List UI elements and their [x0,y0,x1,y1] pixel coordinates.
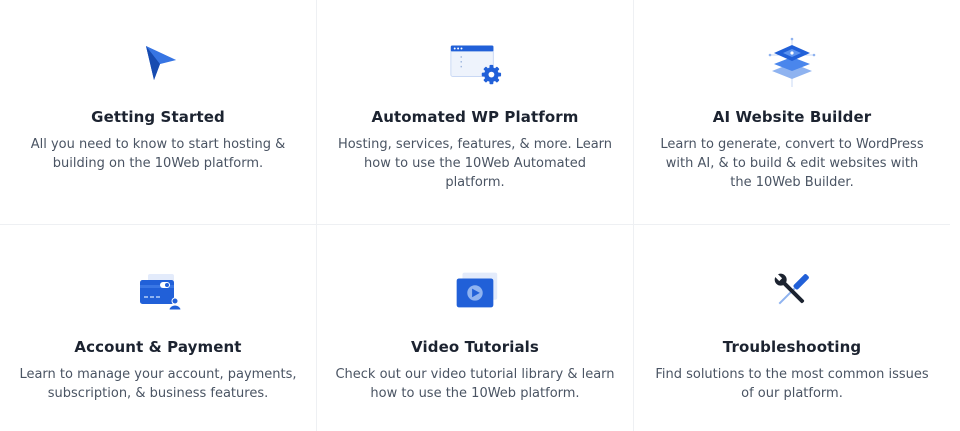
card-description: Find solutions to the most common issues… [655,367,929,401]
help-categories-grid: Getting Started All you need to know to … [0,0,950,431]
browser-gear-icon [447,38,503,88]
card-ai-website-builder[interactable]: AI Website Builder Learn to generate, co… [633,0,950,225]
card-description: All you need to know to start hosting & … [30,137,286,171]
credit-card-user-icon [130,266,186,316]
card-description: Hosting, services, features, & more. Lea… [337,137,613,190]
card-title: Troubleshooting [722,338,862,356]
card-account-payment[interactable]: Account & Payment Learn to manage your a… [0,225,316,431]
card-title: Video Tutorials [411,338,539,356]
card-getting-started[interactable]: Getting Started All you need to know to … [0,0,316,225]
card-video-tutorials[interactable]: Video Tutorials Check out our video tuto… [316,225,633,431]
card-title: AI Website Builder [712,108,872,126]
card-title: Getting Started [91,108,225,126]
card-automated-wp-platform[interactable]: Automated WP Platform Hosting, services,… [316,0,633,225]
card-description: Learn to manage your account, payments, … [19,367,297,401]
card-title: Automated WP Platform [371,108,579,126]
video-play-icon [447,266,503,316]
card-description: Learn to generate, convert to WordPress … [660,137,924,190]
card-title: Account & Payment [74,338,242,356]
cursor-arrow-icon [130,38,186,88]
card-description: Check out our video tutorial library & l… [335,367,615,401]
card-troubleshooting[interactable]: Troubleshooting Find solutions to the mo… [633,225,950,431]
layers-ai-icon [764,37,820,88]
wrench-screwdriver-icon [764,266,820,316]
